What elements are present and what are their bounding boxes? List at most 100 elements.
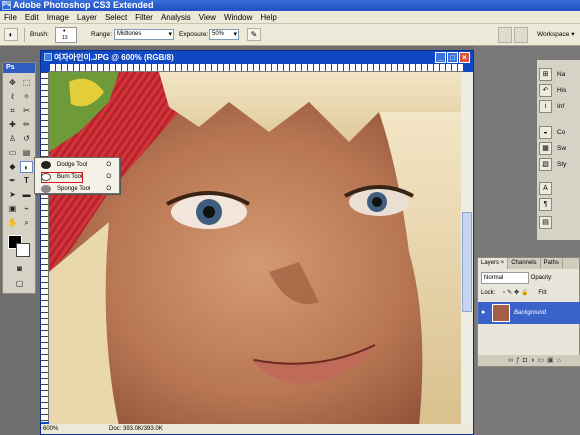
path-selection-tool-icon[interactable]: ➤ xyxy=(6,189,19,201)
layer-thumbnail xyxy=(492,304,510,322)
menu-view[interactable]: View xyxy=(195,11,220,24)
brush-label: Brush: xyxy=(30,31,49,38)
eraser-tool-icon[interactable]: ▭ xyxy=(6,147,19,159)
zoom-tool-icon[interactable]: ⌕ xyxy=(20,217,33,229)
document-icon xyxy=(44,53,52,61)
shortcut-key: O xyxy=(106,162,111,168)
tab-paths[interactable]: Paths xyxy=(541,258,563,269)
history-icon[interactable]: ↶ xyxy=(539,84,552,97)
opacity-label: Opacity: xyxy=(530,275,553,281)
color-icon[interactable]: ◒ xyxy=(539,126,552,139)
menu-filter[interactable]: Filter xyxy=(131,11,157,24)
range-label: Range: xyxy=(91,31,112,38)
panel-label[interactable]: Sw xyxy=(557,142,580,155)
panel-label[interactable]: Co xyxy=(557,126,580,139)
healing-brush-tool-icon[interactable]: ✚ xyxy=(6,119,19,131)
brush-picker[interactable]: • 13 xyxy=(55,27,77,43)
blur-tool-icon[interactable]: ◆ xyxy=(6,161,19,173)
flyout-item-label: Dodge Tool xyxy=(57,162,88,168)
menu-analysis[interactable]: Analysis xyxy=(157,11,195,24)
flyout-item-label: Sponge Tool xyxy=(57,186,91,192)
panel-label[interactable]: Na xyxy=(557,68,580,81)
layers-panel: Layers × Channels Paths Normal Opacity: … xyxy=(477,257,580,367)
eye-icon[interactable]: ● xyxy=(481,309,485,316)
scroll-thumb[interactable] xyxy=(462,212,472,312)
lock-icons[interactable]: ▫✎✥🔒 xyxy=(503,290,531,296)
dodge-icon xyxy=(41,161,51,169)
menu-select[interactable]: Select xyxy=(101,11,131,24)
folder-icon[interactable]: ▭ xyxy=(537,357,547,364)
navigator-icon[interactable]: ⊞ xyxy=(539,68,552,81)
tab-layers[interactable]: Layers × xyxy=(478,258,509,269)
move-tool-icon[interactable]: ✥ xyxy=(6,77,19,89)
type-tool-icon[interactable]: T xyxy=(20,175,33,187)
layer-row-background[interactable]: ● Background xyxy=(478,302,580,324)
brush-dot-icon: • xyxy=(63,28,66,35)
menu-help[interactable]: Help xyxy=(256,11,280,24)
zoom-level[interactable]: 600% xyxy=(43,424,63,434)
paragraph-icon[interactable]: ¶ xyxy=(539,198,552,211)
blend-opacity-row: Normal Opacity: xyxy=(478,272,580,284)
info-icon[interactable]: i xyxy=(539,100,552,113)
vertical-scrollbar[interactable] xyxy=(461,72,473,426)
exposure-field[interactable]: 50% xyxy=(209,29,239,40)
shortcut-key: O xyxy=(106,174,111,180)
palette-well[interactable] xyxy=(498,27,512,43)
maximize-icon[interactable]: □ xyxy=(447,52,458,63)
slice-tool-icon[interactable]: ✂ xyxy=(20,105,33,117)
range-select[interactable]: Midtones xyxy=(114,29,174,40)
menu-file[interactable]: File xyxy=(0,11,21,24)
tool-flyout-menu: Dodge Tool O Burn Tool O Sponge Tool O xyxy=(34,157,120,194)
airbrush-icon[interactable]: ✎ xyxy=(247,28,261,41)
trash-icon[interactable]: ⌂ xyxy=(557,357,564,364)
bridge-button[interactable] xyxy=(514,27,528,43)
hand-tool-icon[interactable]: ✋ xyxy=(6,217,19,229)
clone-stamp-tool-icon[interactable]: ♙ xyxy=(6,133,19,145)
image-canvas[interactable] xyxy=(49,72,463,426)
brush-tool-icon[interactable]: ✏ xyxy=(20,119,33,131)
menu-layer[interactable]: Layer xyxy=(73,11,101,24)
magic-wand-tool-icon[interactable]: ✧ xyxy=(20,91,33,103)
marquee-tool-icon[interactable]: ⬚ xyxy=(20,77,33,89)
dodge-tool-icon[interactable]: ◐ xyxy=(20,161,33,173)
tool-preset-icon[interactable]: ◐ xyxy=(4,28,18,41)
flyout-item-sponge[interactable]: Sponge Tool O xyxy=(35,183,121,195)
app-titlebar: Ps Adobe Photoshop CS3 Extended xyxy=(0,0,580,11)
minimize-icon[interactable]: _ xyxy=(435,52,446,63)
panel-label[interactable]: Sty xyxy=(557,158,580,171)
new-layer-icon[interactable]: ▣ xyxy=(547,357,557,364)
flyout-item-dodge[interactable]: Dodge Tool O xyxy=(35,159,121,171)
notes-tool-icon[interactable]: ▣ xyxy=(6,203,19,215)
screen-mode-icon[interactable]: ▢ xyxy=(13,278,26,290)
workspace-menu[interactable]: Workspace ▾ xyxy=(537,29,574,40)
gradient-tool-icon[interactable]: ▤ xyxy=(20,147,33,159)
fx-icon[interactable]: ƒ xyxy=(516,357,523,364)
menu-image[interactable]: Image xyxy=(43,11,73,24)
layers-panel-tabs: Layers × Channels Paths xyxy=(478,258,579,269)
crop-tool-icon[interactable]: ⌗ xyxy=(6,105,19,117)
menu-edit[interactable]: Edit xyxy=(21,11,43,24)
shape-tool-icon[interactable]: ▬ xyxy=(20,189,33,201)
quick-mask-icon[interactable]: ◙ xyxy=(13,263,26,275)
clone-source-icon[interactable]: ▤ xyxy=(539,216,552,229)
lock-label: Lock: xyxy=(481,290,496,296)
styles-icon[interactable]: ▧ xyxy=(539,158,552,171)
right-panel-dock: ⊞ Na ↶ His i Inf ◒ Co ▦ Sw ▧ Sty A ¶ ▤ xyxy=(537,60,580,240)
menu-window[interactable]: Window xyxy=(220,11,256,24)
tab-channels[interactable]: Channels xyxy=(508,258,541,269)
brushes-icon[interactable]: A xyxy=(539,182,552,195)
link-icon[interactable]: ∞ xyxy=(508,357,516,364)
layer-name: Background xyxy=(514,310,547,316)
blend-mode-select[interactable]: Normal xyxy=(481,272,529,284)
eyedropper-tool-icon[interactable]: ⌁ xyxy=(20,203,33,215)
history-brush-tool-icon[interactable]: ↺ xyxy=(20,133,33,145)
panel-label[interactable]: Inf xyxy=(557,100,580,113)
document-window: 여자아인이.JPG @ 600% (RGB/8) _ □ × 600% Doc:… xyxy=(40,50,474,435)
lasso-tool-icon[interactable]: ℓ xyxy=(6,91,19,103)
background-color-swatch[interactable] xyxy=(16,243,30,257)
swatches-icon[interactable]: ▦ xyxy=(539,142,552,155)
panel-label[interactable]: His xyxy=(557,84,580,97)
close-icon[interactable]: × xyxy=(459,52,470,63)
pen-tool-icon[interactable]: ✒ xyxy=(6,175,19,187)
options-bar: ◐ Brush: • 13 Range: Midtones Exposure: … xyxy=(0,24,580,46)
